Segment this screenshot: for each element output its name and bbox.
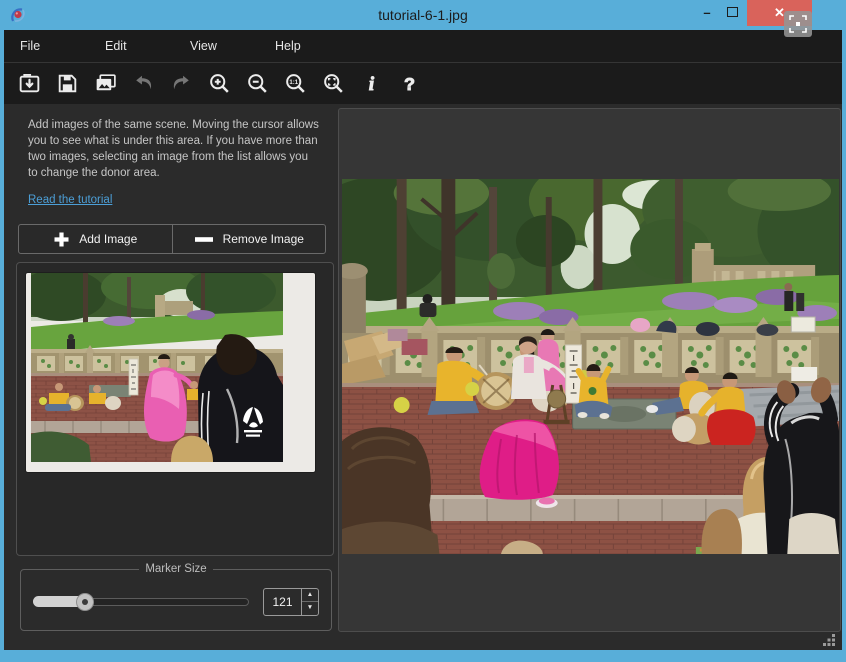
- minimize-button[interactable]: –: [694, 0, 720, 24]
- maximize-icon: [727, 7, 738, 17]
- main-photo[interactable]: [342, 179, 839, 554]
- marker-size-label: Marker Size: [139, 563, 212, 575]
- remove-image-label: Remove Image: [223, 232, 304, 246]
- add-image-button[interactable]: Add Image: [18, 224, 173, 254]
- content-area: Add images of the same scene. Moving the…: [4, 104, 842, 632]
- zoom-actual-size-button[interactable]: 1:1: [282, 70, 309, 97]
- minus-icon: [194, 231, 214, 248]
- slider-thumb[interactable]: [76, 593, 94, 611]
- app-window: tutorial-6-1.jpg – ✕ File Edit View Help: [0, 0, 846, 662]
- instructions-text: Add images of the same scene. Moving the…: [28, 118, 320, 181]
- plus-icon: [53, 231, 70, 248]
- svg-text:1:1: 1:1: [289, 80, 298, 86]
- export-image-button[interactable]: [92, 70, 119, 97]
- marker-size-spinbox: 121 ▲ ▼: [263, 588, 319, 616]
- status-strip: [4, 632, 842, 650]
- redo-button[interactable]: [168, 70, 195, 97]
- image-canvas[interactable]: [338, 108, 841, 632]
- spin-up-button[interactable]: ▲: [302, 589, 318, 603]
- menu-file[interactable]: File: [20, 39, 105, 53]
- marker-size-slider[interactable]: [33, 592, 249, 612]
- open-button[interactable]: [16, 70, 43, 97]
- remove-image-button[interactable]: Remove Image: [172, 224, 327, 254]
- add-image-label: Add Image: [79, 232, 137, 246]
- menu-edit[interactable]: Edit: [105, 39, 190, 53]
- save-button[interactable]: [54, 70, 81, 97]
- screen-capture-overlay-icon: [784, 11, 812, 37]
- toolbar: 1:1 i ?: [4, 63, 842, 104]
- help-button[interactable]: ?: [396, 70, 423, 97]
- image-list-item[interactable]: [26, 273, 315, 472]
- left-panel: Add images of the same scene. Moving the…: [4, 104, 336, 632]
- tutorial-link[interactable]: Read the tutorial: [28, 194, 112, 206]
- zoom-out-button[interactable]: [244, 70, 271, 97]
- maximize-button[interactable]: [719, 0, 745, 24]
- spin-down-button[interactable]: ▼: [302, 602, 318, 615]
- resize-grip[interactable]: [822, 633, 836, 647]
- menu-view[interactable]: View: [190, 39, 275, 53]
- marker-size-value[interactable]: 121: [264, 589, 301, 615]
- image-list[interactable]: [16, 262, 334, 556]
- image-buttons-row: Add Image Remove Image: [18, 224, 326, 254]
- undo-button[interactable]: [130, 70, 157, 97]
- titlebar[interactable]: tutorial-6-1.jpg – ✕: [0, 0, 846, 30]
- thumbnail-photo: [31, 273, 283, 462]
- svg-text:?: ?: [404, 74, 415, 94]
- menu-help[interactable]: Help: [275, 39, 360, 53]
- fit-to-screen-button[interactable]: [320, 70, 347, 97]
- marker-size-group: Marker Size 121 ▲ ▼: [20, 563, 332, 631]
- zoom-in-button[interactable]: [206, 70, 233, 97]
- svg-text:i: i: [369, 74, 375, 95]
- info-button[interactable]: i: [358, 70, 385, 97]
- menu-bar: File Edit View Help: [4, 30, 842, 63]
